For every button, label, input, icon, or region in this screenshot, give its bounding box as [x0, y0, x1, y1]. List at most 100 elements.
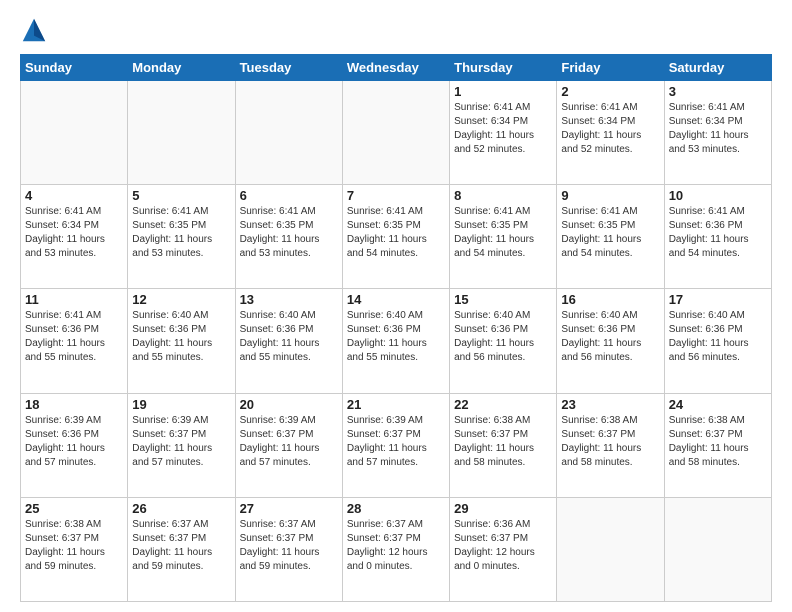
day-info: Sunrise: 6:40 AMSunset: 6:36 PMDaylight:…: [132, 309, 230, 365]
day-number: 28: [347, 501, 445, 516]
day-info: Sunrise: 6:41 AMSunset: 6:35 PMDaylight:…: [240, 205, 338, 261]
day-info: Sunrise: 6:41 AMSunset: 6:34 PMDaylight:…: [561, 101, 659, 157]
calendar-week-row: 18 Sunrise: 6:39 AMSunset: 6:36 PMDayligh…: [21, 393, 772, 497]
day-info: Sunrise: 6:40 AMSunset: 6:36 PMDaylight:…: [240, 309, 338, 365]
calendar-day-cell: 14 Sunrise: 6:40 AMSunset: 6:36 PMDayligh…: [342, 289, 449, 393]
day-info: Sunrise: 6:39 AMSunset: 6:36 PMDaylight:…: [25, 414, 123, 470]
calendar-week-row: 1 Sunrise: 6:41 AMSunset: 6:34 PMDaylight…: [21, 81, 772, 185]
day-info: Sunrise: 6:38 AMSunset: 6:37 PMDaylight:…: [25, 518, 123, 574]
day-info: Sunrise: 6:41 AMSunset: 6:35 PMDaylight:…: [132, 205, 230, 261]
day-number: 5: [132, 188, 230, 203]
day-number: 21: [347, 397, 445, 412]
day-info: Sunrise: 6:39 AMSunset: 6:37 PMDaylight:…: [347, 414, 445, 470]
calendar-week-row: 25 Sunrise: 6:38 AMSunset: 6:37 PMDayligh…: [21, 497, 772, 601]
day-number: 24: [669, 397, 767, 412]
day-number: 29: [454, 501, 552, 516]
day-info: Sunrise: 6:41 AMSunset: 6:34 PMDaylight:…: [25, 205, 123, 261]
day-info: Sunrise: 6:38 AMSunset: 6:37 PMDaylight:…: [561, 414, 659, 470]
header-wednesday: Wednesday: [342, 55, 449, 81]
day-number: 4: [25, 188, 123, 203]
calendar-day-cell: [235, 81, 342, 185]
calendar-day-cell: 19 Sunrise: 6:39 AMSunset: 6:37 PMDayligh…: [128, 393, 235, 497]
header-tuesday: Tuesday: [235, 55, 342, 81]
weekday-header-row: Sunday Monday Tuesday Wednesday Thursday…: [21, 55, 772, 81]
calendar-day-cell: 9 Sunrise: 6:41 AMSunset: 6:35 PMDaylight…: [557, 185, 664, 289]
calendar-day-cell: 23 Sunrise: 6:38 AMSunset: 6:37 PMDayligh…: [557, 393, 664, 497]
day-number: 22: [454, 397, 552, 412]
calendar-body: 1 Sunrise: 6:41 AMSunset: 6:34 PMDaylight…: [21, 81, 772, 602]
day-number: 11: [25, 292, 123, 307]
day-info: Sunrise: 6:41 AMSunset: 6:35 PMDaylight:…: [454, 205, 552, 261]
day-info: Sunrise: 6:39 AMSunset: 6:37 PMDaylight:…: [240, 414, 338, 470]
header-saturday: Saturday: [664, 55, 771, 81]
day-info: Sunrise: 6:41 AMSunset: 6:34 PMDaylight:…: [669, 101, 767, 157]
calendar-day-cell: 21 Sunrise: 6:39 AMSunset: 6:37 PMDayligh…: [342, 393, 449, 497]
calendar-day-cell: [342, 81, 449, 185]
calendar-day-cell: 2 Sunrise: 6:41 AMSunset: 6:34 PMDaylight…: [557, 81, 664, 185]
day-number: 13: [240, 292, 338, 307]
calendar-day-cell: 28 Sunrise: 6:37 AMSunset: 6:37 PMDayligh…: [342, 497, 449, 601]
calendar-day-cell: [128, 81, 235, 185]
calendar-day-cell: 20 Sunrise: 6:39 AMSunset: 6:37 PMDayligh…: [235, 393, 342, 497]
day-number: 20: [240, 397, 338, 412]
day-number: 10: [669, 188, 767, 203]
header-sunday: Sunday: [21, 55, 128, 81]
calendar-day-cell: 6 Sunrise: 6:41 AMSunset: 6:35 PMDaylight…: [235, 185, 342, 289]
day-info: Sunrise: 6:40 AMSunset: 6:36 PMDaylight:…: [561, 309, 659, 365]
calendar-week-row: 11 Sunrise: 6:41 AMSunset: 6:36 PMDayligh…: [21, 289, 772, 393]
logo-icon: [20, 16, 48, 44]
day-number: 26: [132, 501, 230, 516]
day-number: 14: [347, 292, 445, 307]
header-friday: Friday: [557, 55, 664, 81]
day-number: 23: [561, 397, 659, 412]
day-info: Sunrise: 6:39 AMSunset: 6:37 PMDaylight:…: [132, 414, 230, 470]
day-number: 12: [132, 292, 230, 307]
calendar-day-cell: 22 Sunrise: 6:38 AMSunset: 6:37 PMDayligh…: [450, 393, 557, 497]
day-number: 1: [454, 84, 552, 99]
day-info: Sunrise: 6:41 AMSunset: 6:35 PMDaylight:…: [561, 205, 659, 261]
day-number: 15: [454, 292, 552, 307]
day-info: Sunrise: 6:40 AMSunset: 6:36 PMDaylight:…: [669, 309, 767, 365]
day-info: Sunrise: 6:41 AMSunset: 6:34 PMDaylight:…: [454, 101, 552, 157]
calendar-day-cell: 27Sunrise: 6:37 AMSunset: 6:37 PMDayligh…: [235, 497, 342, 601]
day-info: Sunrise: 6:41 AMSunset: 6:36 PMDaylight:…: [25, 309, 123, 365]
calendar-day-cell: 5 Sunrise: 6:41 AMSunset: 6:35 PMDaylight…: [128, 185, 235, 289]
calendar-day-cell: 24 Sunrise: 6:38 AMSunset: 6:37 PMDayligh…: [664, 393, 771, 497]
calendar-day-cell: 15 Sunrise: 6:40 AMSunset: 6:36 PMDayligh…: [450, 289, 557, 393]
day-info: Sunrise: 6:41 AMSunset: 6:35 PMDaylight:…: [347, 205, 445, 261]
day-info: Sunrise: 6:37 AMSunset: 6:37 PMDaylight:…: [132, 518, 230, 574]
day-info: Sunrise: 6:37 AMSunset: 6:37 PMDaylight:…: [347, 518, 445, 574]
day-info: Sunrise: 6:40 AMSunset: 6:36 PMDaylight:…: [454, 309, 552, 365]
calendar-day-cell: 12 Sunrise: 6:40 AMSunset: 6:36 PMDayligh…: [128, 289, 235, 393]
calendar-day-cell: 16Sunrise: 6:40 AMSunset: 6:36 PMDayligh…: [557, 289, 664, 393]
day-number: 8: [454, 188, 552, 203]
header: [20, 16, 772, 44]
calendar-day-cell: 11 Sunrise: 6:41 AMSunset: 6:36 PMDayligh…: [21, 289, 128, 393]
calendar-day-cell: [664, 497, 771, 601]
day-number: 19: [132, 397, 230, 412]
day-number: 7: [347, 188, 445, 203]
day-info: Sunrise: 6:38 AMSunset: 6:37 PMDaylight:…: [454, 414, 552, 470]
day-number: 6: [240, 188, 338, 203]
calendar-day-cell: [557, 497, 664, 601]
calendar-table: Sunday Monday Tuesday Wednesday Thursday…: [20, 54, 772, 602]
calendar-day-cell: 17 Sunrise: 6:40 AMSunset: 6:36 PMDayligh…: [664, 289, 771, 393]
calendar-day-cell: 26 Sunrise: 6:37 AMSunset: 6:37 PMDayligh…: [128, 497, 235, 601]
calendar-day-cell: 1 Sunrise: 6:41 AMSunset: 6:34 PMDaylight…: [450, 81, 557, 185]
header-thursday: Thursday: [450, 55, 557, 81]
calendar-day-cell: 10Sunrise: 6:41 AMSunset: 6:36 PMDayligh…: [664, 185, 771, 289]
calendar-day-cell: 8 Sunrise: 6:41 AMSunset: 6:35 PMDaylight…: [450, 185, 557, 289]
calendar-day-cell: [21, 81, 128, 185]
day-number: 17: [669, 292, 767, 307]
day-number: 18: [25, 397, 123, 412]
day-number: 3: [669, 84, 767, 99]
day-number: 2: [561, 84, 659, 99]
calendar-day-cell: 7 Sunrise: 6:41 AMSunset: 6:35 PMDaylight…: [342, 185, 449, 289]
calendar-day-cell: 18 Sunrise: 6:39 AMSunset: 6:36 PMDayligh…: [21, 393, 128, 497]
day-number: 27: [240, 501, 338, 516]
day-number: 9: [561, 188, 659, 203]
day-info: Sunrise: 6:40 AMSunset: 6:36 PMDaylight:…: [347, 309, 445, 365]
day-info: Sunrise: 6:38 AMSunset: 6:37 PMDaylight:…: [669, 414, 767, 470]
day-number: 25: [25, 501, 123, 516]
calendar-week-row: 4 Sunrise: 6:41 AMSunset: 6:34 PMDaylight…: [21, 185, 772, 289]
